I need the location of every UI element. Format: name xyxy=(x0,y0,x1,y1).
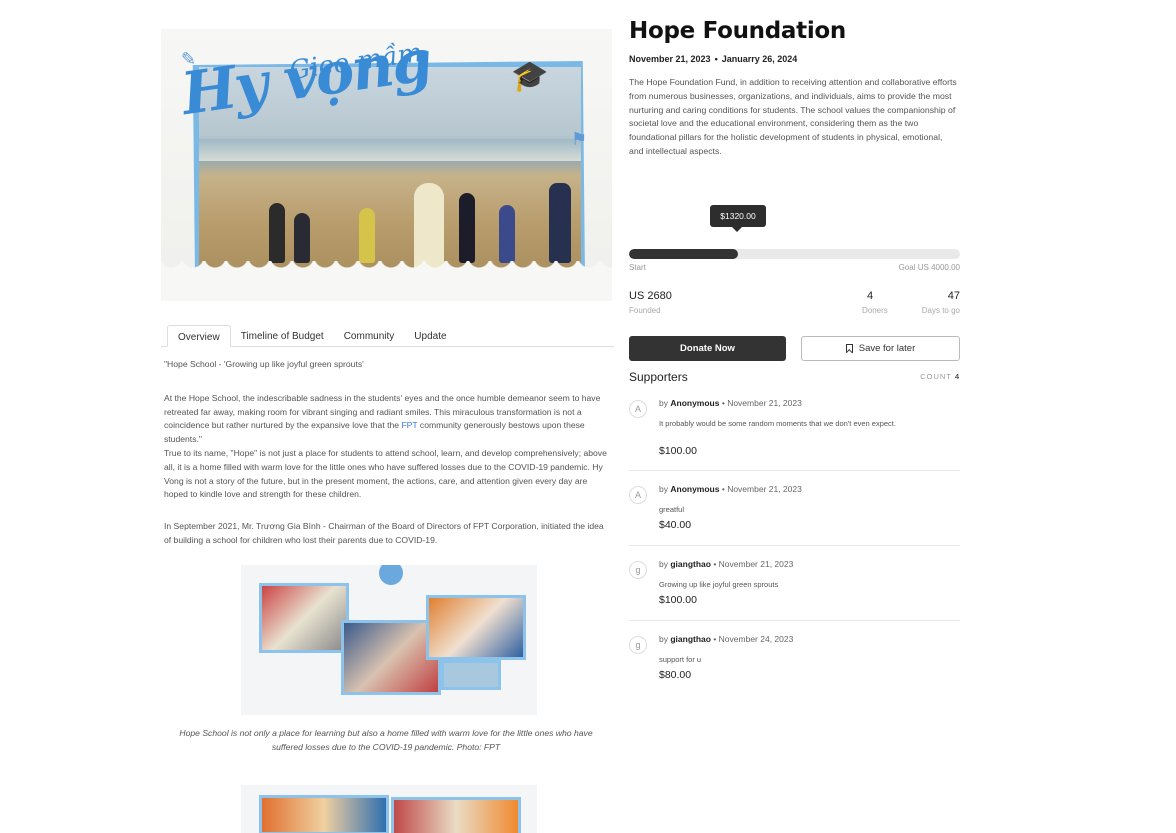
article-paragraph: At the Hope School, the indescribable sa… xyxy=(164,392,601,445)
tab-community[interactable]: Community xyxy=(334,325,405,347)
supporters-title: Supporters xyxy=(629,370,688,384)
avatar: g xyxy=(629,561,647,579)
tab-timeline-of-budget[interactable]: Timeline of Budget xyxy=(231,325,334,347)
article-photo-collage-2 xyxy=(241,785,537,833)
stat-doners: 4 Doners xyxy=(862,290,888,315)
hero-image: Gieo mầm Hy vọng 🎓 ✎ ⚑ xyxy=(161,29,612,301)
supporter-item: g by giangthao • November 21, 2023 Growi… xyxy=(629,559,960,621)
article-photo-collage xyxy=(241,565,537,715)
supporter-date: November 21, 2023 xyxy=(727,398,802,408)
fpt-link[interactable]: FPT xyxy=(401,420,417,430)
article-intro: "Hope School - 'Growing up like joyful g… xyxy=(164,359,364,369)
article-body: "Hope School - 'Growing up like joyful g… xyxy=(164,358,608,548)
funding-progress-fill xyxy=(629,249,739,259)
supporter-name: Anonymous xyxy=(670,398,720,408)
avatar: A xyxy=(629,400,647,418)
stat-founded: US 2680 Founded xyxy=(629,290,672,315)
avatar: g xyxy=(629,636,647,654)
content-tabs: Overview Timeline of Budget Community Up… xyxy=(161,325,614,347)
tab-update[interactable]: Update xyxy=(404,325,456,347)
supporter-amount: $100.00 xyxy=(659,594,697,606)
supporter-message: Growing up like joyful green sprouts xyxy=(659,580,779,589)
progress-goal-label: Goal US 4000.00 xyxy=(898,263,960,272)
bookmark-icon xyxy=(845,344,853,353)
supporter-amount: $100.00 xyxy=(659,445,697,457)
supporter-date: November 21, 2023 xyxy=(718,559,794,569)
campaign-dates: November 21, 2023 • Januarry 26, 2024 xyxy=(629,54,798,64)
progress-tooltip: $1320.00 xyxy=(710,205,766,232)
flag-icon: ⚑ xyxy=(571,129,588,149)
book-icon: ✎ xyxy=(181,49,197,69)
supporter-date: November 24, 2023 xyxy=(718,634,794,644)
avatar: A xyxy=(629,486,647,504)
supporter-message: greatful xyxy=(659,505,685,514)
supporter-date: November 21, 2023 xyxy=(727,484,802,494)
progress-start-label: Start xyxy=(629,263,646,272)
supporter-message: It probably would be some random moments… xyxy=(659,419,896,428)
save-for-later-button[interactable]: Save for later xyxy=(801,336,960,361)
supporter-item: A by Anonymous • November 21, 2023 great… xyxy=(629,484,960,546)
supporter-item: g by giangthao • November 24, 2023 suppo… xyxy=(629,634,960,686)
article-paragraph: True to its name, "Hope" is not just a p… xyxy=(164,447,607,500)
supporter-message: support for u xyxy=(659,655,702,664)
campaign-title: Hope Foundation xyxy=(629,18,846,44)
tab-overview[interactable]: Overview xyxy=(167,325,231,347)
save-for-later-label: Save for later xyxy=(858,343,916,354)
start-date: November 21, 2023 xyxy=(629,54,711,64)
donate-now-button[interactable]: Donate Now xyxy=(629,336,786,361)
campaign-description: The Hope Foundation Fund, in addition to… xyxy=(629,77,957,156)
funding-progress-bar xyxy=(629,249,960,259)
supporter-name: Anonymous xyxy=(670,484,720,494)
article-paragraph: In September 2021, Mr. Trương Gia Bình -… xyxy=(164,521,604,545)
stat-days-to-go: 47 Days to go xyxy=(921,290,960,315)
supporter-name: giangthao xyxy=(670,559,711,569)
supporter-amount: $40.00 xyxy=(659,519,692,531)
photo-caption: Hope School is not only a place for lear… xyxy=(179,728,593,752)
supporter-name: giangthao xyxy=(670,634,711,644)
supporters-count: COUNT 4 xyxy=(920,372,960,381)
end-date: Januarry 26, 2024 xyxy=(721,54,798,64)
supporter-item: A by Anonymous • November 21, 2023 It pr… xyxy=(629,398,960,471)
graduation-cap-icon: 🎓 xyxy=(511,60,549,93)
supporter-amount: $80.00 xyxy=(659,669,692,681)
